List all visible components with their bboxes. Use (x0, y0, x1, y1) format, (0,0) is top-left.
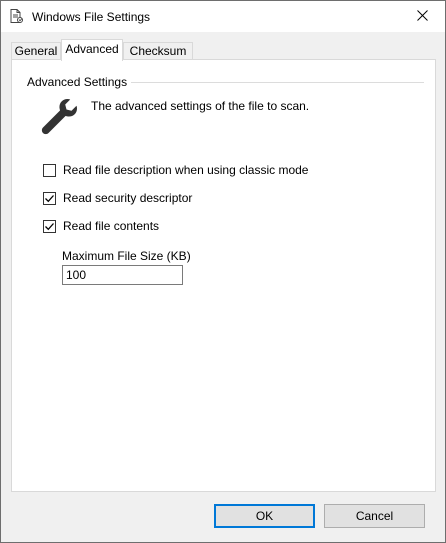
option-classic-mode[interactable]: Read file description when using classic… (43, 162, 308, 178)
checkmark-icon (45, 194, 54, 202)
security-descriptor-checkbox[interactable] (43, 191, 56, 205)
tab-panel-advanced: Advanced Settings The advanced settings … (11, 59, 436, 492)
classic-mode-checkbox[interactable] (43, 163, 56, 177)
max-file-size-label: Maximum File Size (KB) (62, 249, 191, 263)
group-description: The advanced settings of the file to sca… (91, 99, 310, 113)
document-settings-icon (8, 8, 24, 24)
group-title: Advanced Settings (27, 74, 132, 90)
tab-general[interactable]: General (11, 42, 61, 60)
window-title: Windows File Settings (32, 10, 151, 24)
close-button[interactable] (399, 1, 445, 32)
file-contents-checkbox[interactable] (43, 219, 56, 233)
checkmark-icon (45, 222, 54, 230)
classic-mode-label: Read file description when using classic… (63, 163, 309, 177)
cancel-button[interactable]: Cancel (324, 504, 425, 528)
title-bar[interactable]: Windows File Settings (1, 1, 445, 32)
tab-advanced[interactable]: Advanced (61, 39, 123, 61)
file-contents-label: Read file contents (63, 219, 160, 233)
wrench-icon (38, 96, 78, 136)
option-file-contents[interactable]: Read file contents (43, 218, 159, 234)
close-icon (416, 9, 428, 24)
ok-button[interactable]: OK (214, 504, 315, 528)
option-security-descriptor[interactable]: Read security descriptor (43, 190, 192, 206)
tab-checksum[interactable]: Checksum (123, 42, 193, 60)
dialog-window: Windows File Settings General Advanced C… (0, 0, 446, 543)
security-descriptor-label: Read security descriptor (63, 191, 193, 205)
group-divider (129, 82, 424, 83)
max-file-size-input[interactable] (62, 265, 183, 285)
